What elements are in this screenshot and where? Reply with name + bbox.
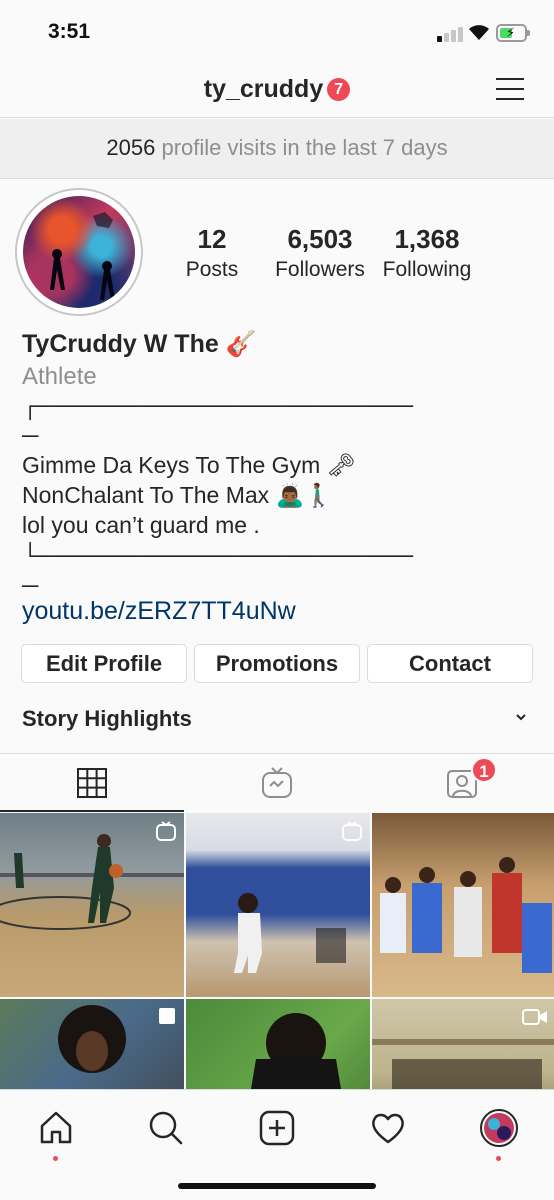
tagged-notification-badge: 1 [471, 757, 497, 783]
edit-profile-button[interactable]: Edit Profile [21, 644, 187, 683]
profile-bio: ┌─────────────────────── ─ Gimme Da Keys… [22, 392, 414, 598]
profile-display-name: TyCruddy W The 🎸 [22, 330, 257, 358]
followers-label: Followers [275, 258, 365, 281]
post-thumbnail[interactable] [0, 999, 184, 1089]
menu-icon[interactable] [496, 76, 526, 102]
avatar-image [23, 196, 135, 308]
nav-home[interactable] [36, 1108, 76, 1161]
tab-grid[interactable] [0, 754, 184, 812]
following-stat[interactable]: 1,368 Following [376, 224, 478, 282]
nav-profile[interactable] [479, 1108, 519, 1161]
add-post-icon [259, 1110, 295, 1146]
profile-tabs: 1 [0, 753, 554, 812]
post-thumbnail[interactable] [372, 999, 554, 1089]
igtv-icon [262, 767, 292, 798]
followers-stat[interactable]: 6,503 Followers [268, 224, 372, 282]
profile-category: Athlete [22, 363, 97, 390]
nav-activity[interactable] [368, 1108, 408, 1148]
username-title[interactable]: ty_cruddy 7 [0, 74, 554, 104]
profile-notification-dot [496, 1156, 501, 1161]
wifi-icon [469, 25, 489, 40]
profile-avatar[interactable] [15, 188, 143, 316]
following-count: 1,368 [394, 224, 460, 254]
profile-avatar-icon [480, 1109, 518, 1147]
igtv-icon [342, 821, 362, 841]
chevron-down-icon[interactable] [514, 710, 528, 724]
home-notification-dot [53, 1156, 58, 1161]
promotions-button[interactable]: Promotions [194, 644, 360, 683]
nav-add-post[interactable] [257, 1108, 297, 1148]
grid-icon [77, 768, 107, 798]
profile-visits-banner[interactable]: 2056 profile visits in the last 7 days [0, 119, 554, 179]
post-thumbnail[interactable] [186, 813, 370, 997]
followers-count: 6,503 [287, 224, 353, 254]
status-bar: 3:51 ⚡ [0, 0, 554, 64]
username: ty_cruddy [203, 74, 324, 103]
profile-link[interactable]: youtu.be/zERZ7TT4uNw [22, 597, 296, 626]
post-thumbnail[interactable] [372, 813, 554, 997]
home-icon [40, 1111, 72, 1144]
posts-grid [0, 813, 554, 1089]
notification-badge: 7 [327, 77, 351, 101]
following-label: Following [382, 258, 472, 281]
contact-button[interactable]: Contact [367, 644, 533, 683]
profile-visits-label: profile visits in the last 7 days [161, 135, 448, 160]
video-icon [522, 1009, 547, 1025]
nav-search[interactable] [146, 1108, 186, 1148]
status-time: 3:51 [48, 20, 91, 43]
profile-visits-count: 2056 [106, 135, 156, 160]
home-indicator[interactable] [178, 1183, 376, 1189]
heart-icon [372, 1113, 404, 1144]
post-thumbnail[interactable] [0, 813, 184, 997]
posts-stat[interactable]: 12 Posts [180, 224, 244, 282]
tab-tagged[interactable] [370, 754, 554, 812]
battery-icon: ⚡ [496, 24, 530, 42]
profile-header: ty_cruddy 7 [0, 64, 554, 118]
cellular-signal-icon [437, 26, 463, 42]
story-highlights-label[interactable]: Story Highlights [22, 706, 192, 732]
post-thumbnail[interactable] [186, 999, 370, 1089]
igtv-icon [156, 821, 176, 841]
posts-count: 12 [197, 224, 227, 254]
posts-label: Posts [185, 258, 239, 281]
search-icon [149, 1111, 183, 1145]
carousel-icon [159, 1008, 175, 1024]
tab-igtv[interactable] [185, 754, 369, 812]
